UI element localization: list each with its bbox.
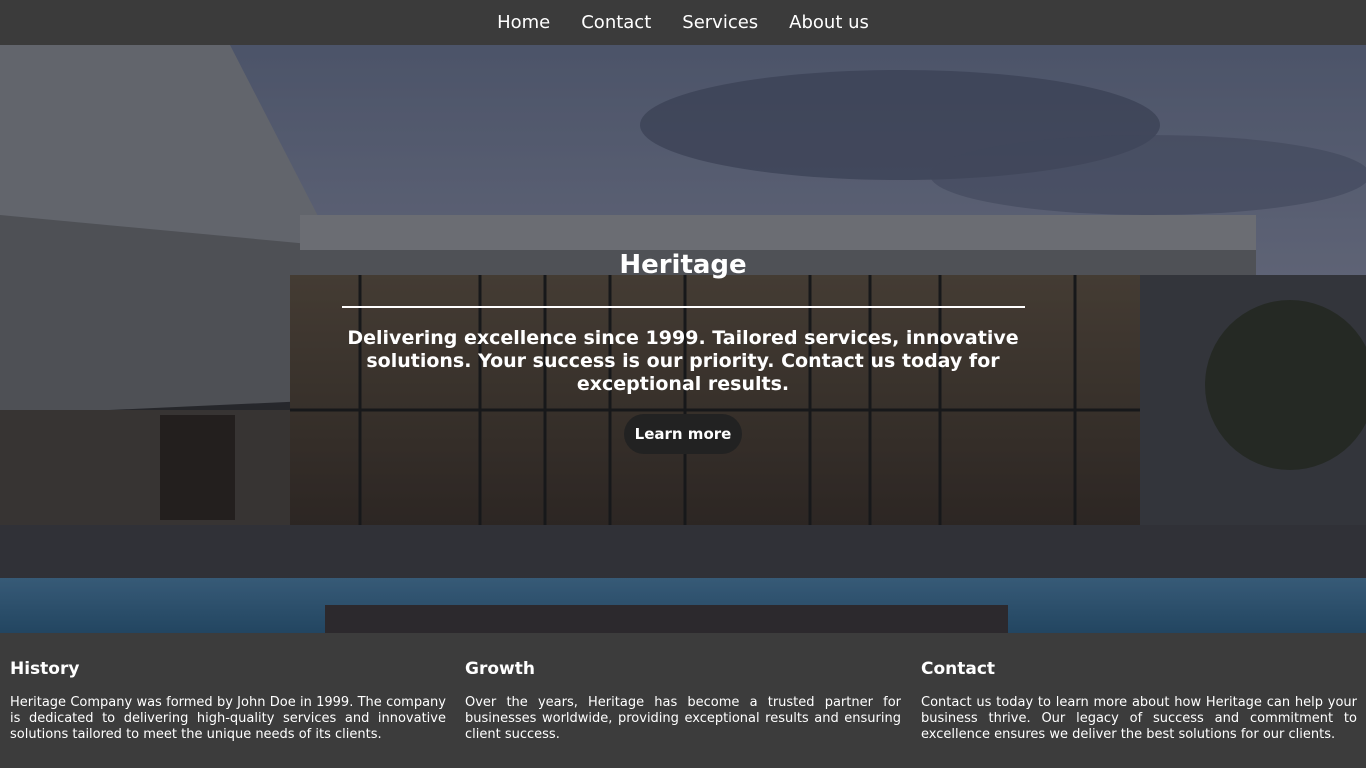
top-navigation: Home Contact Services About us [0,0,1366,45]
footer-text: Contact us today to learn more about how… [921,695,1357,742]
hero-title: Heritage [619,250,747,280]
footer-heading: Growth [465,659,535,679]
footer-text: Heritage Company was formed by John Doe … [10,695,446,742]
footer-column-growth: Growth Over the years, Heritage has beco… [465,659,901,743]
hero-tagline: Delivering excellence since 1999. Tailor… [347,327,1019,395]
nav-services-link[interactable]: Services [667,0,774,45]
hero-divider [342,306,1025,308]
footer-heading: History [10,659,80,679]
hero-banner: Heritage Delivering excellence since 199… [0,45,1366,633]
info-footer: History Heritage Company was formed by J… [0,633,1366,768]
footer-text: Over the years, Heritage has become a tr… [465,695,901,742]
learn-more-button[interactable]: Learn more [624,414,742,454]
footer-heading: Contact [921,659,996,679]
nav-home-link[interactable]: Home [482,0,566,45]
footer-column-contact: Contact Contact us today to learn more a… [921,659,1357,743]
nav-contact-link[interactable]: Contact [566,0,667,45]
footer-column-history: History Heritage Company was formed by J… [10,659,446,743]
nav-about-link[interactable]: About us [774,0,885,45]
